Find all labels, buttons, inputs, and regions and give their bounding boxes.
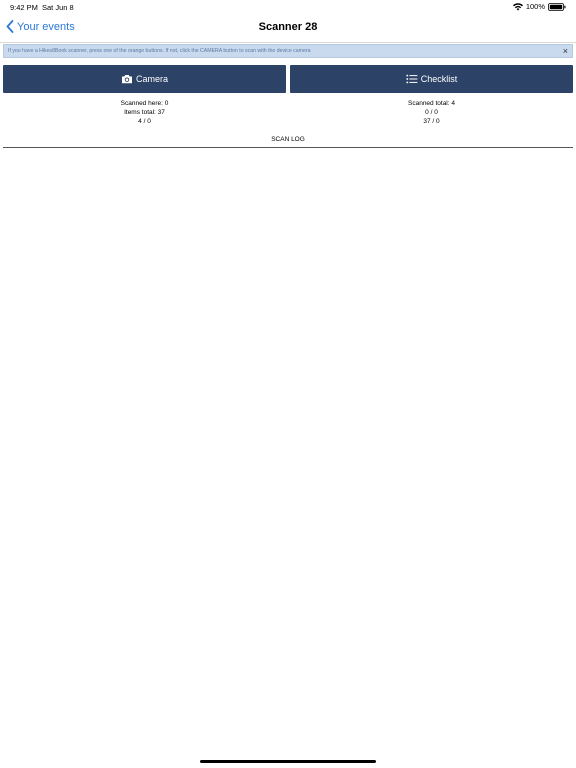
wifi-icon	[512, 2, 523, 11]
right-ratio-2: 37 / 0	[423, 118, 440, 125]
navigation-bar: Your events Scanner 28	[0, 14, 576, 43]
camera-icon	[121, 74, 133, 84]
right-ratio-1: 0 / 0	[425, 109, 438, 116]
divider	[3, 147, 573, 148]
status-bar: 9:42 PM Sat Jun 8 100%	[0, 0, 576, 14]
scanned-total: Scanned total: 4	[408, 100, 455, 107]
info-banner-text: If you have a Hikes8Book scanner, press …	[8, 48, 311, 54]
page-title: Scanner 28	[258, 21, 318, 33]
camera-button-label: Camera	[135, 74, 168, 84]
checklist-button[interactable]: Checklist	[290, 65, 573, 93]
list-icon	[406, 74, 418, 84]
battery-percent: 100%	[525, 2, 545, 11]
items-total: Items total: 37	[124, 109, 165, 116]
info-banner: If you have a Hikes8Book scanner, press …	[3, 44, 573, 58]
checklist-button-label: Checklist	[420, 74, 458, 84]
status-indicators: 100%	[512, 2, 566, 11]
battery-icon	[548, 2, 566, 11]
left-ratio: 4 / 0	[138, 118, 151, 125]
camera-button[interactable]: Camera	[3, 65, 286, 93]
stats-left: Scanned here: 0 Items total: 37 4 / 0	[3, 99, 286, 126]
close-icon[interactable]: ×	[563, 45, 568, 57]
scan-log-heading: SCAN LOG	[271, 136, 305, 143]
status-date: Sat Jun 8	[42, 3, 74, 12]
stats-right: Scanned total: 4 0 / 0 37 / 0	[290, 99, 573, 126]
home-indicator[interactable]	[200, 760, 376, 763]
scanned-here: Scanned here: 0	[120, 100, 169, 107]
status-time: 9:42 PM	[10, 3, 38, 12]
